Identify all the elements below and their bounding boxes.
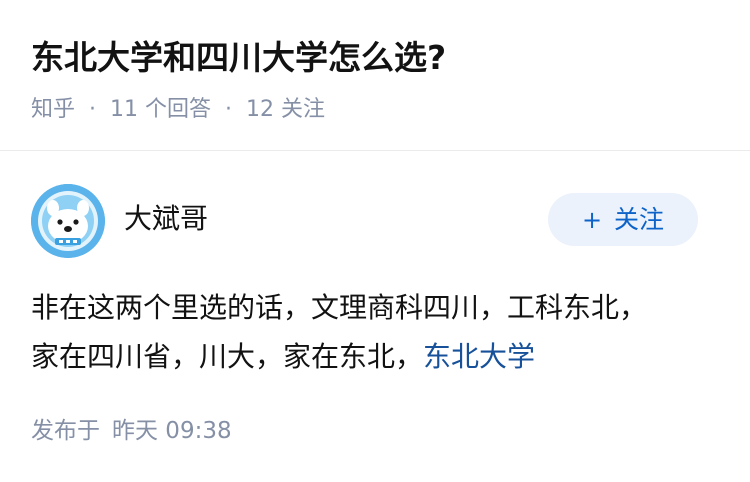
- author-name[interactable]: 大斌哥: [124, 201, 208, 237]
- published-label: 发布于: [31, 418, 100, 444]
- source-label[interactable]: 知乎: [31, 97, 75, 122]
- plus-icon: +: [581, 206, 603, 234]
- answer-line: 家在四川省，川大，家在东北，东北大学: [31, 332, 721, 381]
- answer-text: 家在四川省，川大，家在东北，: [31, 340, 424, 373]
- separator-dot: ·: [89, 97, 97, 122]
- answer-content: 非在这两个里选的话，文理商科四川，工科东北， 家在四川省，川大，家在东北，东北大…: [31, 283, 721, 381]
- answer-line: 非在这两个里选的话，文理商科四川，工科东北，: [31, 291, 648, 324]
- author-avatar[interactable]: [31, 184, 105, 258]
- follow-label: 关注: [614, 205, 665, 234]
- answer-footer: 发布于 昨天 09:38: [31, 416, 232, 446]
- separator-dot: ·: [225, 97, 233, 122]
- follower-count[interactable]: 12 关注: [246, 97, 325, 122]
- author-row: 大斌哥 + 关注: [0, 151, 750, 261]
- question-meta: 知乎 · 11 个回答 · 12 关注: [31, 95, 325, 125]
- follow-button[interactable]: + 关注: [548, 193, 698, 246]
- published-time: 昨天 09:38: [112, 418, 232, 444]
- question-title[interactable]: 东北大学和四川大学怎么选?: [31, 36, 446, 80]
- cartoon-bear-avatar-icon: [31, 184, 105, 258]
- answer-count[interactable]: 11 个回答: [110, 97, 211, 122]
- answer-link-neu[interactable]: 东北大学: [423, 340, 535, 373]
- question-header: 东北大学和四川大学怎么选? 知乎 · 11 个回答 · 12 关注: [0, 0, 750, 151]
